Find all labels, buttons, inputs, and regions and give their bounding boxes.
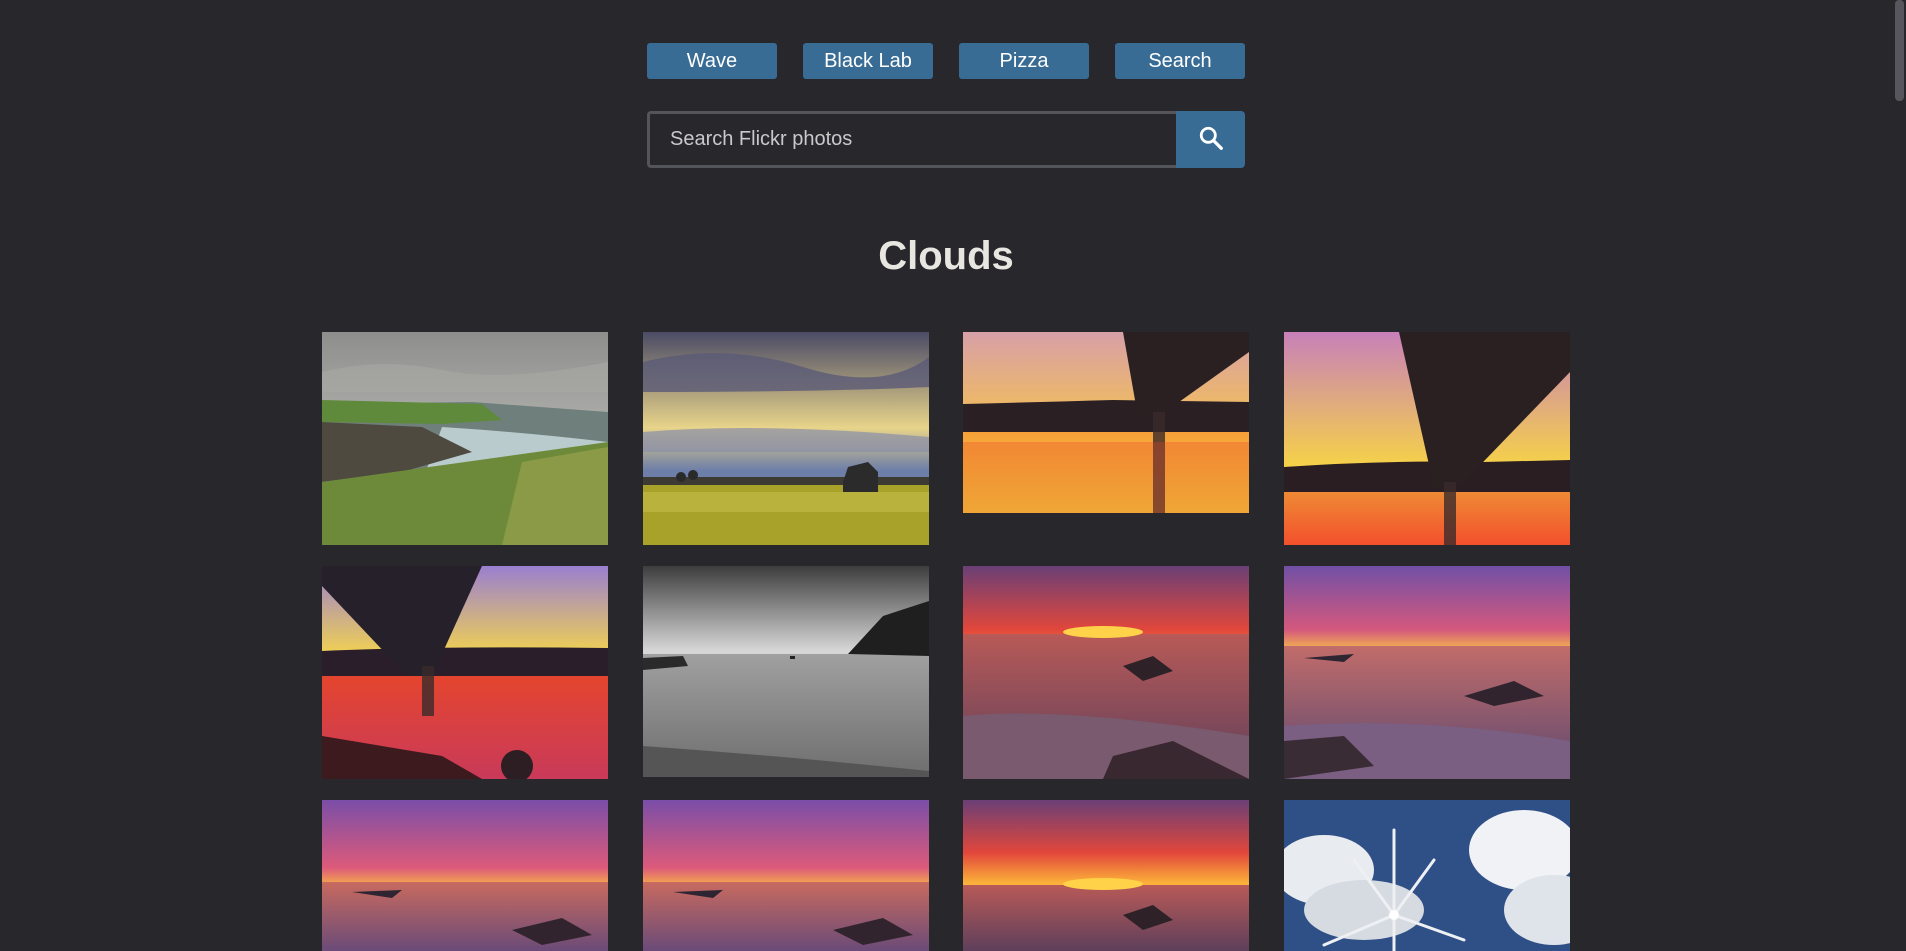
photo-bridge-sunset[interactable] bbox=[1284, 332, 1570, 545]
photo-purple-sunset-shore[interactable] bbox=[643, 800, 929, 951]
gallery-title: Clouds bbox=[878, 234, 1014, 278]
wave-button[interactable]: Wave bbox=[647, 43, 777, 79]
photo-bw-bay[interactable] bbox=[643, 566, 929, 777]
scrollbar-thumb[interactable] bbox=[1895, 0, 1904, 101]
page: Wave Black Lab Pizza Search Clouds bbox=[0, 0, 1906, 951]
photo-wind-turbine[interactable] bbox=[1284, 800, 1570, 951]
photo-fiery-sunset-beach[interactable] bbox=[963, 800, 1249, 951]
photo-fiery-sunset-beach[interactable] bbox=[963, 566, 1249, 779]
pizza-button[interactable]: Pizza bbox=[959, 43, 1089, 79]
search-submit-button[interactable] bbox=[1176, 111, 1245, 168]
scrollbar[interactable] bbox=[1893, 0, 1906, 951]
search-form bbox=[647, 111, 1245, 168]
photo-purple-sunset-shore[interactable] bbox=[322, 800, 608, 951]
photo-barn-field[interactable] bbox=[643, 332, 929, 545]
photo-bridge-driftwood[interactable] bbox=[322, 566, 608, 779]
photo-coastal-cliff[interactable] bbox=[322, 332, 608, 545]
search-input[interactable] bbox=[647, 111, 1176, 168]
black-lab-button[interactable]: Black Lab bbox=[803, 43, 933, 79]
photo-purple-sunset-shore[interactable] bbox=[1284, 566, 1570, 779]
search-icon bbox=[1198, 125, 1224, 154]
topic-nav: Wave Black Lab Pizza Search bbox=[647, 43, 1245, 79]
photo-bridge-sunset[interactable] bbox=[963, 332, 1249, 513]
search-nav-button[interactable]: Search bbox=[1115, 43, 1245, 79]
